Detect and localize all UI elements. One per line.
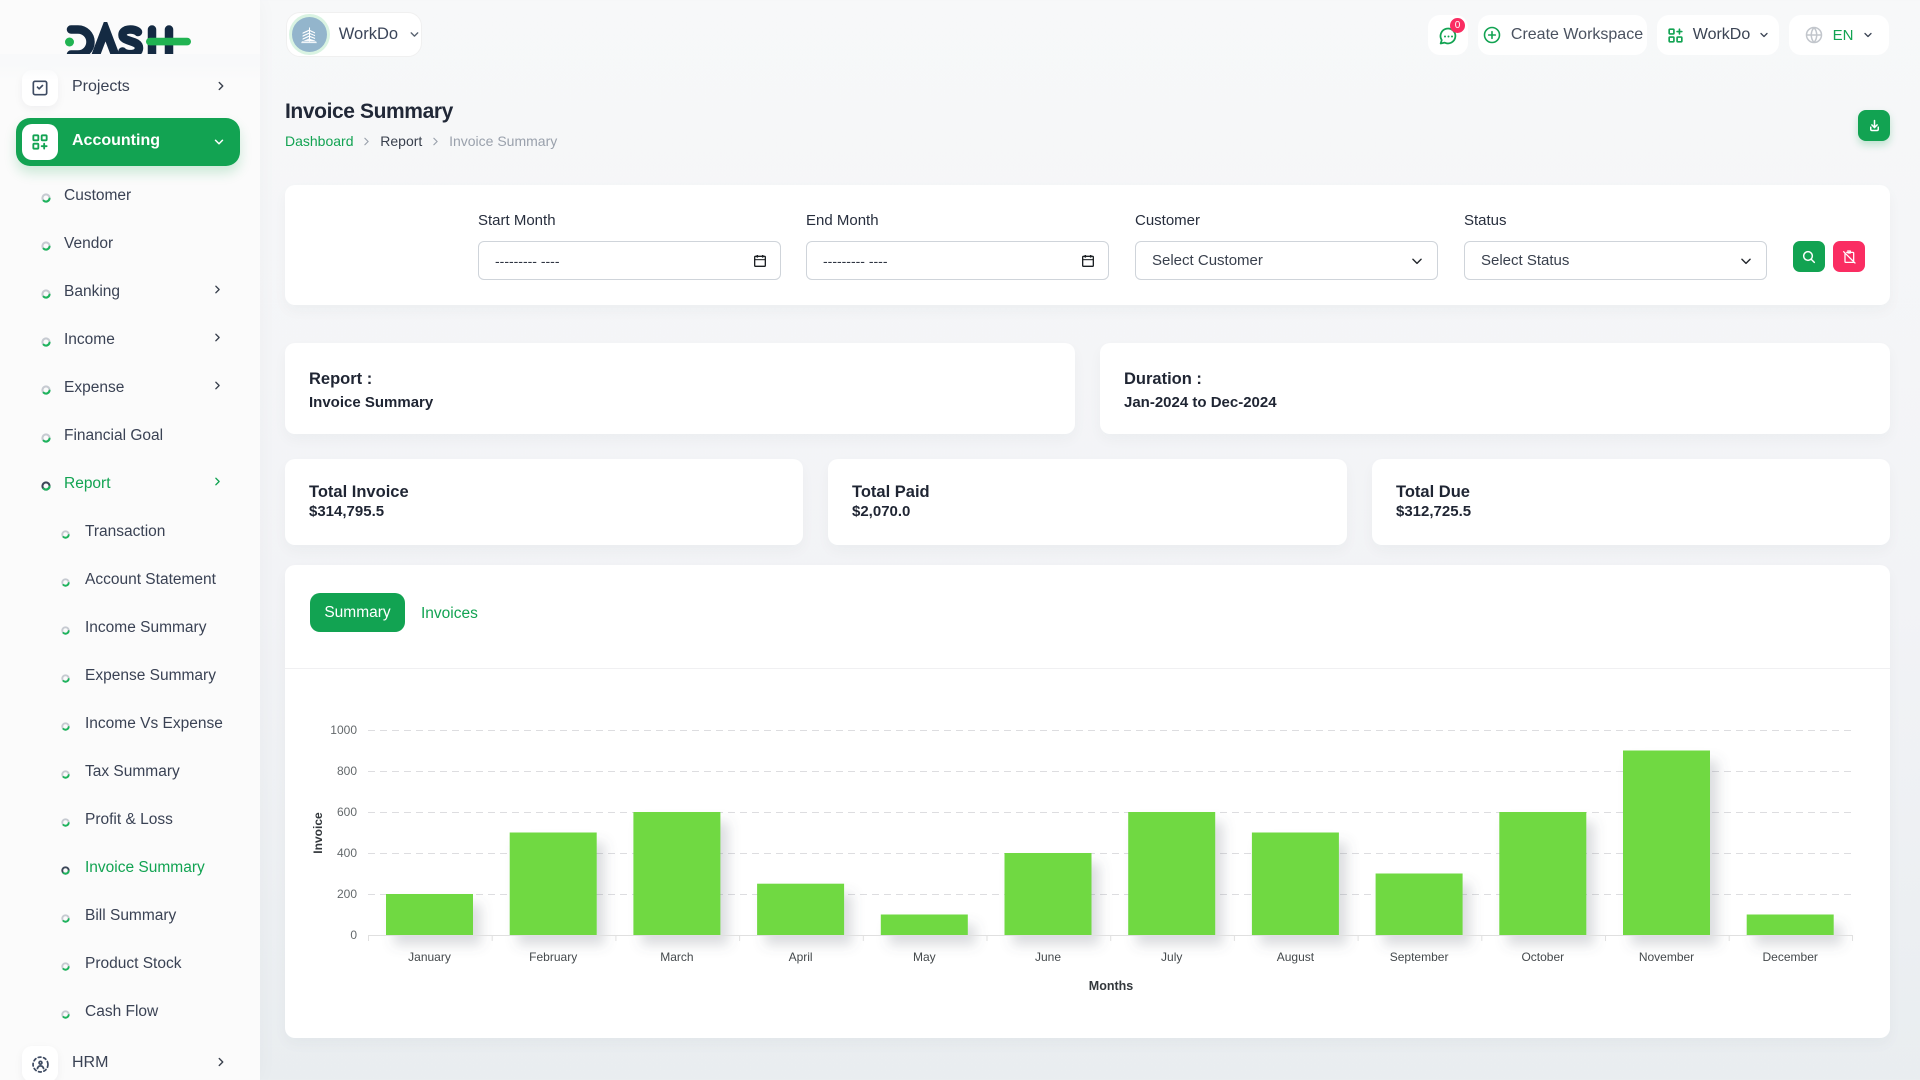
svg-text:800: 800 bbox=[337, 764, 357, 778]
svg-text:November: November bbox=[1639, 950, 1694, 964]
svg-text:400: 400 bbox=[337, 846, 357, 860]
svg-text:September: September bbox=[1390, 950, 1449, 964]
svg-text:0: 0 bbox=[350, 928, 357, 942]
svg-text:January: January bbox=[408, 950, 451, 964]
svg-text:December: December bbox=[1763, 950, 1818, 964]
svg-text:May: May bbox=[913, 950, 936, 964]
svg-text:Months: Months bbox=[1089, 979, 1133, 993]
svg-text:March: March bbox=[660, 950, 693, 964]
svg-text:August: August bbox=[1277, 950, 1315, 964]
svg-text:June: June bbox=[1035, 950, 1061, 964]
svg-text:Invoice: Invoice bbox=[311, 812, 325, 854]
svg-text:200: 200 bbox=[337, 887, 357, 901]
svg-text:1000: 1000 bbox=[330, 723, 357, 737]
svg-text:February: February bbox=[529, 950, 577, 964]
svg-text:July: July bbox=[1161, 950, 1182, 964]
svg-text:October: October bbox=[1521, 950, 1564, 964]
svg-text:600: 600 bbox=[337, 805, 357, 819]
svg-text:April: April bbox=[789, 950, 813, 964]
